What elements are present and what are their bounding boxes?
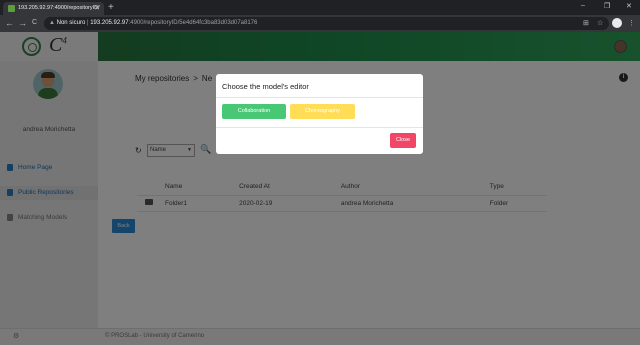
modal-backdrop[interactable]: Choose the model's editor Collaboration …: [0, 32, 640, 345]
divider: [216, 127, 423, 128]
browser-toolbar: ← → C ▲ Non sicuro | 193.205.92.97:4900/…: [0, 15, 640, 32]
editor-choice-modal: Choose the model's editor Collaboration …: [216, 74, 423, 154]
url-host: 193.205.92.97: [90, 20, 129, 26]
forward-nav-button[interactable]: →: [18, 18, 27, 28]
favicon-icon: [8, 5, 15, 12]
close-button[interactable]: Close: [390, 133, 416, 148]
profile-icon[interactable]: [612, 18, 622, 28]
warning-icon: ▲: [49, 20, 57, 26]
new-tab-button[interactable]: +: [108, 2, 114, 13]
window-close-button[interactable]: ✕: [626, 2, 632, 10]
choreography-button[interactable]: Choreography: [290, 104, 355, 119]
address-bar[interactable]: ▲ Non sicuro | 193.205.92.97:4900/reposi…: [44, 17, 609, 30]
browser-tab-bar: 193.205.92.97:4900/repositoryID/ ✕ + – ❐…: [0, 0, 640, 15]
collaboration-button[interactable]: Collaboration: [222, 104, 286, 119]
minimize-button[interactable]: –: [581, 2, 585, 9]
divider: [216, 97, 423, 98]
reload-button[interactable]: C: [32, 18, 37, 28]
translate-icon[interactable]: ⊞: [583, 19, 589, 27]
menu-icon[interactable]: ⋮: [628, 19, 635, 27]
browser-tab[interactable]: 193.205.92.97:4900/repositoryID/ ✕: [3, 2, 104, 15]
tab-close-icon[interactable]: ✕: [94, 2, 100, 15]
back-nav-button[interactable]: ←: [5, 18, 14, 28]
restore-button[interactable]: ❐: [604, 2, 610, 10]
star-icon[interactable]: ☆: [597, 19, 603, 27]
security-label: Non sicuro: [56, 20, 86, 26]
modal-title: Choose the model's editor: [222, 82, 309, 91]
tab-title: 193.205.92.97:4900/repositoryID/: [18, 5, 100, 11]
url-path: :4900/repositoryID/5e4d64fc3ba83d03d07a8…: [128, 20, 258, 26]
